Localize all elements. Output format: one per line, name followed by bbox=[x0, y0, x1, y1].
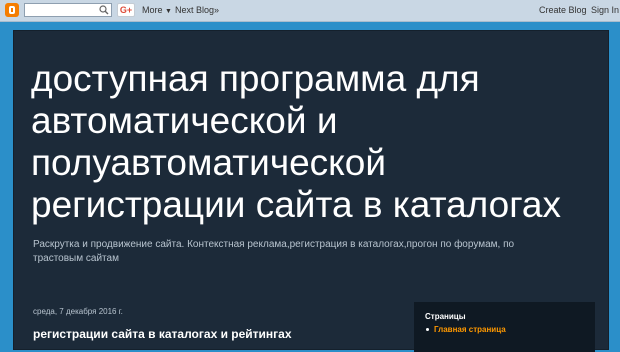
create-blog-link[interactable]: Create Blog bbox=[539, 4, 587, 16]
blogger-logo-icon[interactable] bbox=[5, 3, 19, 17]
sidebar-pages-widget: Страницы Главная страница bbox=[414, 302, 595, 352]
post-title[interactable]: регистрации сайта в каталогах и рейтинга… bbox=[33, 327, 292, 341]
chevron-down-icon: ▼ bbox=[165, 8, 172, 15]
next-blog-link[interactable]: Next Blog» bbox=[175, 4, 219, 16]
bullet-icon bbox=[426, 328, 429, 331]
more-menu-button[interactable]: More ▼ bbox=[142, 4, 172, 18]
blogger-navbar: G+ More ▼ Next Blog» Create Blog Sign In bbox=[0, 0, 620, 22]
sidebar-item-home[interactable]: Главная страница bbox=[434, 325, 506, 334]
search-input[interactable] bbox=[24, 3, 112, 17]
search-icon[interactable] bbox=[99, 5, 109, 15]
google-plus-button[interactable]: G+ bbox=[117, 3, 135, 17]
sign-in-link[interactable]: Sign In bbox=[591, 4, 619, 16]
post-date: среда, 7 декабря 2016 г. bbox=[33, 307, 123, 316]
more-label: More bbox=[142, 5, 163, 15]
sidebar-title: Страницы bbox=[425, 312, 466, 321]
blog-description: Раскрутка и продвижение сайта. Контекстн… bbox=[33, 239, 515, 264]
blog-title[interactable]: доступная программа для автоматической и… bbox=[31, 58, 591, 226]
